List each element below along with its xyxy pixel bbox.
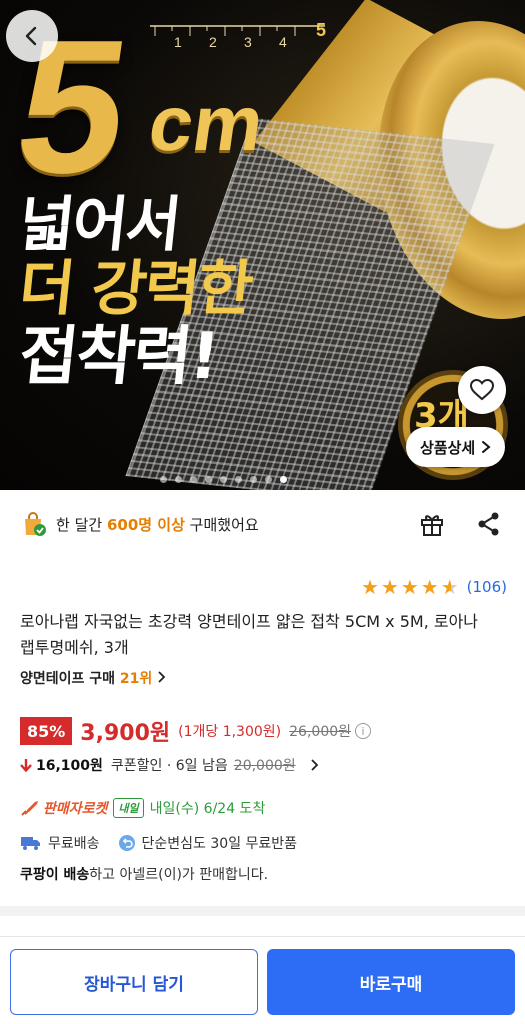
seller-rest: 하고 아넬르(이)가 판매합니다. xyxy=(89,867,269,883)
truck-icon xyxy=(21,837,40,850)
original-price: 26,000원 xyxy=(289,724,352,740)
half-star-icon: ★ xyxy=(440,575,459,599)
heart-icon xyxy=(469,378,495,401)
sale-price: 3,900원 xyxy=(80,721,171,746)
back-button[interactable] xyxy=(6,10,58,62)
chevron-right-icon xyxy=(482,441,491,453)
seller-info: 쿠팡이 배송하고 아넬르(이)가 판매합니다. xyxy=(20,864,268,884)
return-policy: 단순변심도 30일 무료반품 xyxy=(141,836,298,852)
ruler-tick: 3 xyxy=(244,34,252,50)
rocket-icon xyxy=(21,801,38,816)
ruler-tick: 4 xyxy=(279,34,287,50)
bottom-action-bar: 장바구니 담기 바로구매 xyxy=(0,936,525,1024)
gift-icon[interactable] xyxy=(418,510,446,538)
coupon-description: 쿠폰할인 · 6일 남음 xyxy=(110,758,228,774)
rank-value: 21위 xyxy=(119,671,153,687)
star-icon: ★ xyxy=(400,575,419,599)
chevron-left-icon xyxy=(25,26,37,46)
coupon-price: 16,100원 xyxy=(36,758,103,774)
price-row: 85% 3,900원 (1개당 1,300원) 26,000원 i xyxy=(20,715,372,747)
product-detail-button[interactable]: 상품상세 xyxy=(406,427,506,467)
share-icon[interactable] xyxy=(475,510,503,538)
category-rank-link[interactable]: 양면테이프 구매 21위 xyxy=(20,668,166,688)
carousel-dot[interactable] xyxy=(175,476,182,483)
carousel-dot[interactable] xyxy=(220,476,227,483)
purchase-count-text: 한 달간 600명 이상 구매했어요 xyxy=(56,514,259,535)
ruler-graphic: 1 2 3 4 5 xyxy=(150,12,340,60)
rank-label: 양면테이프 구매 xyxy=(20,671,116,687)
carousel-dot[interactable] xyxy=(265,476,272,483)
ruler-tick: 2 xyxy=(209,34,217,50)
star-icon: ★ xyxy=(380,575,399,599)
arrival-date: 내일(수) 6/24 도착 xyxy=(149,801,266,817)
shopping-bag-icon xyxy=(20,510,48,538)
purchase-count: 600명 이상 xyxy=(106,515,185,534)
add-to-cart-button[interactable]: 장바구니 담기 xyxy=(10,949,258,1015)
free-shipping: 무료배송 xyxy=(48,836,100,852)
unit-price: (1개당 1,300원) xyxy=(178,724,282,740)
ruler-tick: 1 xyxy=(174,34,182,50)
hero-big-unit: cm xyxy=(143,79,269,167)
product-image-carousel[interactable]: 1 2 3 4 5 5 cm 넓어서 더 강력한 접착력! 3개 상품상세 xyxy=(0,0,525,490)
carousel-indicator[interactable] xyxy=(160,476,287,483)
carousel-dot[interactable] xyxy=(250,476,257,483)
ruler-end-label: 5 xyxy=(316,20,327,40)
hero-headline-3: 접착력! xyxy=(15,320,222,394)
carousel-dot[interactable] xyxy=(235,476,242,483)
star-icon: ★ xyxy=(420,575,439,599)
section-divider xyxy=(0,906,525,916)
rocket-label: 판매자로켓 xyxy=(43,801,108,817)
chevron-right-icon xyxy=(158,671,166,683)
product-title: 로아나랩 자국없는 초강력 양면테이프 얇은 접착 5CM x 5M, 로아나랩… xyxy=(20,612,479,657)
carousel-dot[interactable] xyxy=(205,476,212,483)
coupon-row[interactable]: 16,100원 쿠폰할인 · 6일 남음 20,000원 xyxy=(20,753,319,777)
review-count-link[interactable]: (106) xyxy=(467,578,507,596)
purchase-suffix: 구매했어요 xyxy=(189,515,259,534)
return-icon xyxy=(118,835,135,851)
rating[interactable]: ★ ★ ★ ★ ★ (106) xyxy=(361,577,507,597)
purchase-prefix: 한 달간 xyxy=(56,515,103,534)
tomorrow-tag: 내일 xyxy=(113,798,144,818)
delivery-row: 판매자로켓 내일 내일(수) 6/24 도착 xyxy=(20,797,265,819)
coupon-original-price: 20,000원 xyxy=(233,758,296,774)
carousel-dot[interactable] xyxy=(190,476,197,483)
chevron-right-icon xyxy=(311,759,318,771)
carousel-dot[interactable] xyxy=(160,476,167,483)
seller-bold: 쿠팡이 배송 xyxy=(20,867,90,883)
discount-badge: 85% xyxy=(20,717,73,745)
info-icon[interactable]: i xyxy=(355,723,372,739)
carousel-dot-active[interactable] xyxy=(280,476,287,483)
shipping-info-row: 무료배송 단순변심도 30일 무료반품 xyxy=(20,832,297,854)
product-detail-label: 상품상세 xyxy=(420,438,476,457)
wishlist-button[interactable] xyxy=(458,366,506,414)
star-icon: ★ xyxy=(360,575,379,599)
arrow-down-icon xyxy=(20,759,32,772)
buy-now-button[interactable]: 바로구매 xyxy=(267,949,515,1015)
